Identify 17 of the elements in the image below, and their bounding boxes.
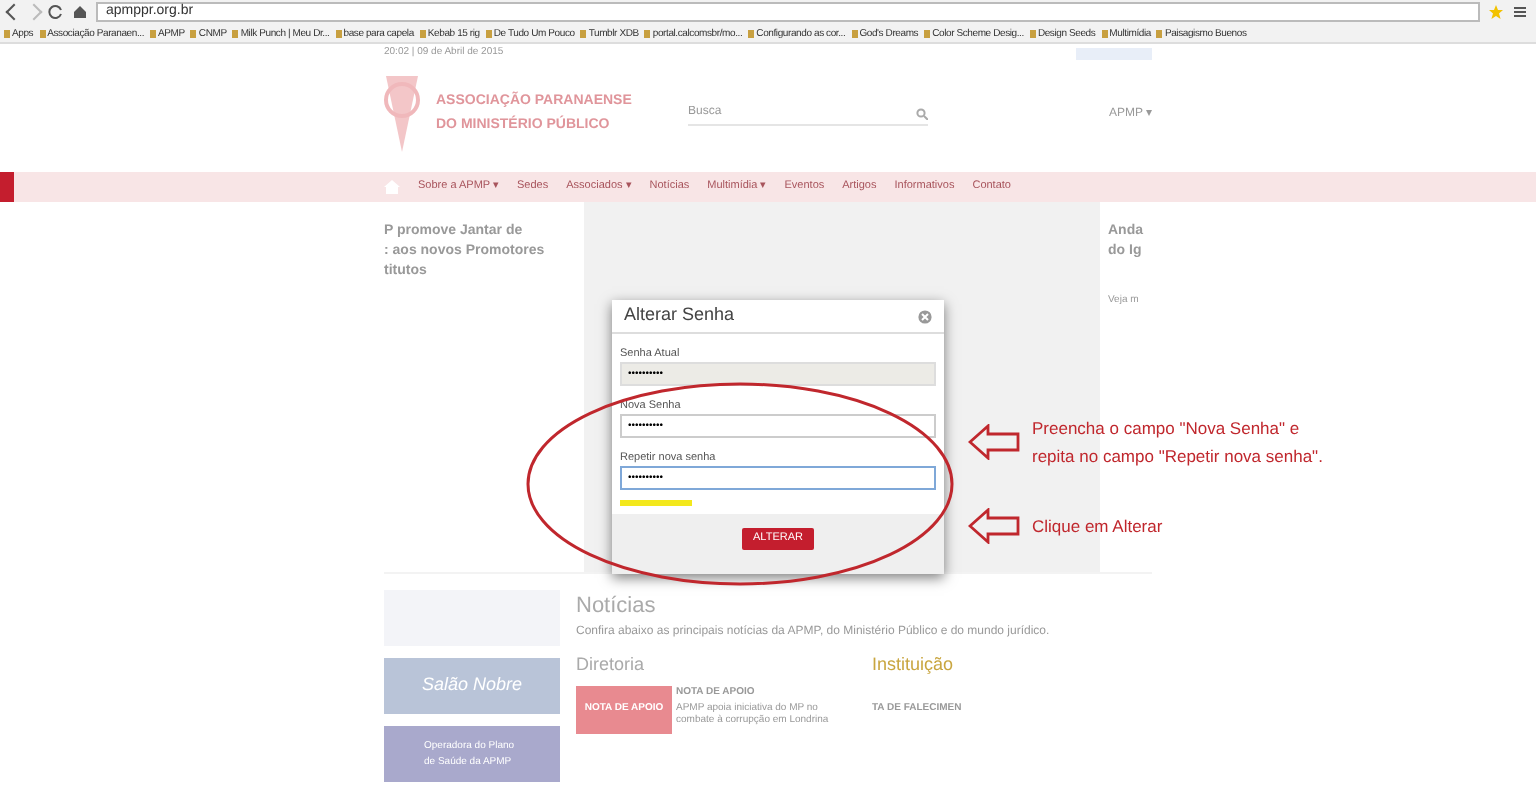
menu-icon[interactable] xyxy=(1512,4,1528,20)
star-icon[interactable] xyxy=(1488,4,1504,20)
dialog-title: Alterar Senha xyxy=(624,302,735,329)
annotation-text: Preencha o campo "Nova Senha" e xyxy=(1032,416,1302,442)
left-arrow-icon xyxy=(968,508,1020,544)
annotation-text: Clique em Alterar xyxy=(1032,514,1163,540)
reload-icon[interactable] xyxy=(48,4,64,20)
banner: Salão Nobre xyxy=(384,658,560,714)
section-title: Notícias xyxy=(576,592,658,622)
home-icon[interactable] xyxy=(72,4,88,20)
logo-icon xyxy=(384,72,420,156)
section-title: Diretoria xyxy=(576,651,647,677)
search-icon xyxy=(916,107,928,119)
section-title: Instituição xyxy=(872,651,956,678)
left-arrow-icon xyxy=(968,424,1020,460)
annotation-text: repita no campo "Repetir nova senha". xyxy=(1032,444,1323,470)
close-icon[interactable] xyxy=(918,309,932,323)
